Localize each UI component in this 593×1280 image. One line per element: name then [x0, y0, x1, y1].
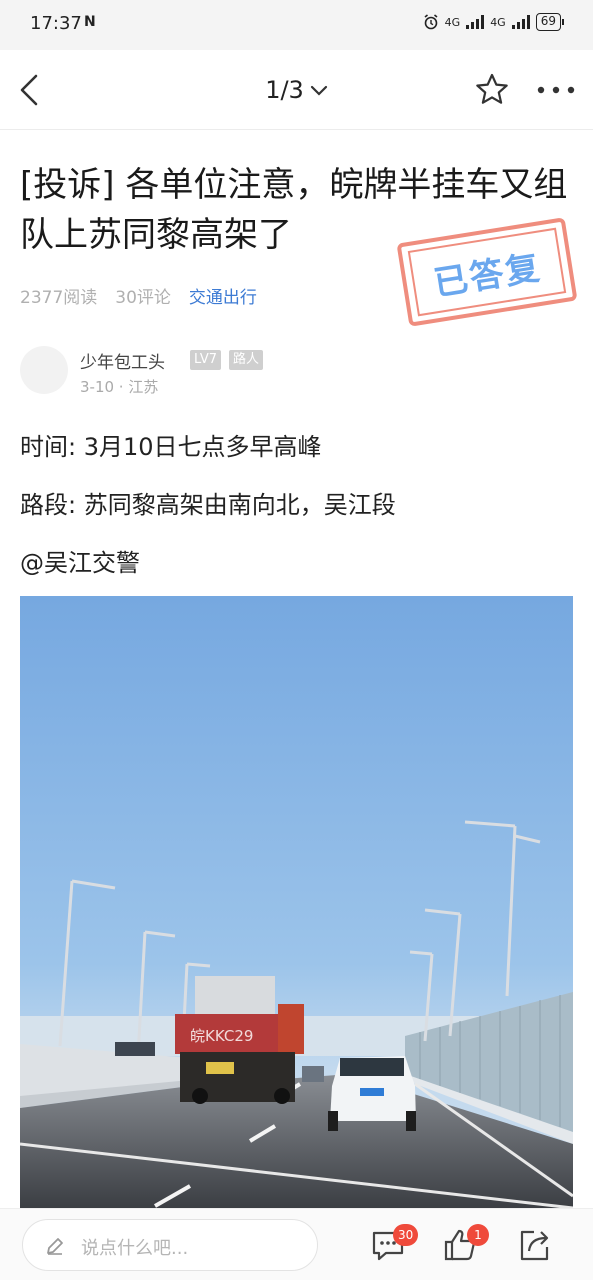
like-count-badge: 1 [467, 1224, 489, 1246]
comment-input[interactable]: 说点什么吧... [22, 1219, 318, 1271]
post-paragraph: 时间: 3月10日七点多早高峰 [20, 433, 322, 461]
page-indicator-text: 1/3 [265, 76, 304, 104]
role-badge: 路人 [229, 350, 264, 370]
post-paragraph[interactable]: @吴江交警 [20, 543, 140, 578]
nfc-icon: N [84, 14, 96, 30]
author-name[interactable]: 少年包工头 [80, 348, 165, 373]
battery-icon: 69 [535, 13, 565, 31]
read-count: 2377阅读 [20, 288, 98, 308]
comment-input-placeholder: 说点什么吧... [81, 1238, 189, 1259]
more-options-icon[interactable] [536, 80, 576, 100]
star-favorite-icon[interactable] [474, 72, 510, 108]
signal-icon [466, 15, 485, 29]
answered-stamp-text: 已答复 [407, 227, 567, 317]
alarm-icon [424, 14, 438, 30]
level-badge: LV7 [190, 350, 221, 370]
pencil-icon [47, 1238, 63, 1255]
share-icon[interactable] [516, 1227, 552, 1263]
status-bar: 17:37 N 4G 4G 69 [0, 0, 593, 50]
top-nav-bar: 1/3 [0, 50, 593, 130]
author-date-location: 3-10 · 江苏 [80, 378, 159, 396]
comment-count: 30评论 [115, 288, 171, 308]
signal-label-2: 4G [490, 15, 506, 29]
post-meta: 2377阅读 30评论 交通出行 [20, 283, 257, 308]
bottom-action-bar: 说点什么吧... 30 1 [0, 1208, 593, 1280]
chevron-down-icon [310, 85, 327, 96]
comment-count-badge: 30 [393, 1224, 419, 1246]
topic-link[interactable]: 交通出行 [189, 283, 257, 308]
status-time: 17:37 [30, 13, 82, 34]
status-icons: 4G 4G 69 [423, 13, 565, 31]
truck-plate-text: 皖KKC29 [190, 1027, 253, 1045]
post-photo[interactable]: 皖KKC29 [20, 596, 573, 1208]
signal-icon-2 [511, 15, 530, 29]
post-paragraph: 路段: 苏同黎高架由南向北，吴江段 [20, 491, 396, 519]
highway-scene-image: 皖KKC29 [20, 596, 573, 1208]
signal-label-1: 4G [444, 15, 461, 29]
avatar[interactable] [20, 346, 68, 394]
